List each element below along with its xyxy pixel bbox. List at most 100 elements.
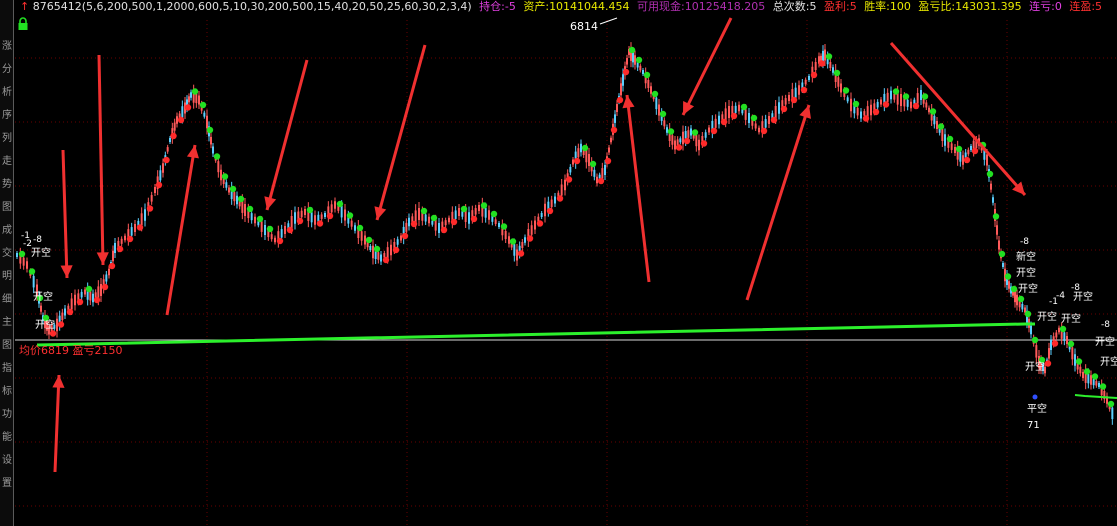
candle-body [74, 294, 76, 306]
position-label: 持仓: [479, 0, 505, 13]
candle-body [647, 80, 650, 88]
candle-body [764, 119, 767, 128]
signal-dot-green [1083, 368, 1091, 375]
profit-count-label: 盈利: [823, 0, 850, 13]
candle-body [616, 104, 618, 112]
signal-dot-red [675, 144, 683, 151]
signal-dot-red [170, 132, 177, 140]
signal-dot-green [18, 250, 26, 258]
left-strip-char: 势 [2, 179, 12, 190]
candle-body [658, 104, 660, 116]
candle-body [996, 225, 998, 235]
price-chart-svg[interactable]: 6814均价6819 盈亏2150-1-2 -8开空开空开空-8新空开空开空-4-… [15, 0, 1117, 526]
signal-dot-green [937, 123, 945, 130]
candle-body [181, 106, 184, 118]
candle-body [120, 238, 123, 244]
candle-body [431, 220, 434, 225]
candle-body [418, 208, 420, 220]
candle-body [360, 231, 363, 241]
signal-dot-green [306, 206, 314, 214]
left-strip-char: 主 [2, 317, 12, 328]
signal-dot-red [392, 246, 400, 254]
candle-body [876, 101, 879, 108]
signal-dot-red [126, 235, 134, 243]
candle-body [734, 105, 737, 113]
annotation-arrows [52, 17, 1027, 473]
candle-body [144, 209, 146, 221]
signal-dot-green [955, 145, 963, 153]
candle-body [334, 201, 336, 209]
candle-body [572, 159, 574, 165]
average-price-polyline [36, 322, 1035, 347]
candle-body [100, 284, 102, 296]
candle-body [728, 106, 730, 118]
candle-body [738, 104, 740, 112]
candle-body [270, 234, 273, 240]
candle-body [840, 83, 842, 93]
signal-dot-green [635, 56, 643, 64]
candle-body [108, 268, 110, 276]
arrow-up-2 [625, 94, 651, 283]
signal-dot-green [266, 225, 274, 233]
open-short-label: 开空 [1061, 312, 1081, 325]
candle-body [634, 55, 636, 65]
candle-body [344, 209, 346, 221]
signal-dot-red [622, 68, 630, 76]
candle-body [1048, 348, 1050, 359]
candle-body [954, 147, 956, 153]
signal-dot-green [902, 93, 910, 100]
open-short-label: 开空 [1073, 290, 1093, 303]
candle-body [521, 242, 524, 248]
candle-body [992, 197, 994, 203]
loss-streak-label: 连盈: [1069, 0, 1096, 13]
candle-body [679, 138, 682, 143]
candle-body [124, 235, 126, 241]
signal-dot-green [1099, 383, 1107, 390]
candle-body [250, 213, 253, 221]
signal-dot-red [616, 96, 624, 104]
candle-body [564, 179, 566, 191]
up-arrow-icon: ↑ [20, 0, 30, 13]
open-short-label: 开空 [1100, 355, 1117, 368]
candle-body [824, 49, 826, 61]
candle-body [936, 121, 938, 129]
candle-body [377, 252, 380, 260]
candle-body [655, 97, 658, 110]
candle-body [768, 116, 770, 124]
candle-body [428, 216, 430, 224]
signal-dot-red [57, 321, 65, 328]
candle-body [284, 226, 286, 234]
signal-dot-green [346, 212, 354, 219]
candle-body [1016, 294, 1018, 306]
arrow-down-1 [61, 149, 69, 279]
candle-body [534, 220, 536, 230]
signal-dot-green [509, 238, 517, 245]
price-chart-area[interactable]: 6814 均价6819 盈亏2150 -1 -2 -8 开空 开空 开空 -8 新空 开空 开空 -4-… [15, 0, 1117, 526]
qty-label: -8 [1020, 237, 1029, 247]
arrow-up-1-head [186, 145, 199, 159]
signal-dot-green [740, 103, 748, 111]
signal-dot-red [401, 232, 409, 240]
candle-body [134, 224, 136, 232]
signal-dot-red [410, 220, 418, 228]
candle-body [150, 195, 153, 202]
candle-body [748, 113, 750, 123]
candle-body [350, 220, 353, 227]
flat-short-label: 平空 [1027, 402, 1047, 415]
candle-body [990, 183, 992, 190]
candle-body [105, 274, 108, 282]
candle-body [468, 212, 470, 224]
signal-dot-green [1059, 325, 1067, 333]
signal-dot-red [49, 330, 57, 337]
signal-dot-red [470, 215, 478, 223]
arrow-down-2-head [96, 252, 109, 265]
lock-icon[interactable] [17, 17, 29, 31]
candle-body [608, 147, 610, 153]
candle-body [970, 146, 972, 150]
signal-dot-red [184, 104, 192, 111]
candle-body [933, 115, 936, 125]
signal-dot-green [1004, 273, 1012, 280]
candle-body [925, 102, 928, 108]
candle-body [474, 208, 477, 215]
left-strip-char: 成 [2, 225, 12, 236]
